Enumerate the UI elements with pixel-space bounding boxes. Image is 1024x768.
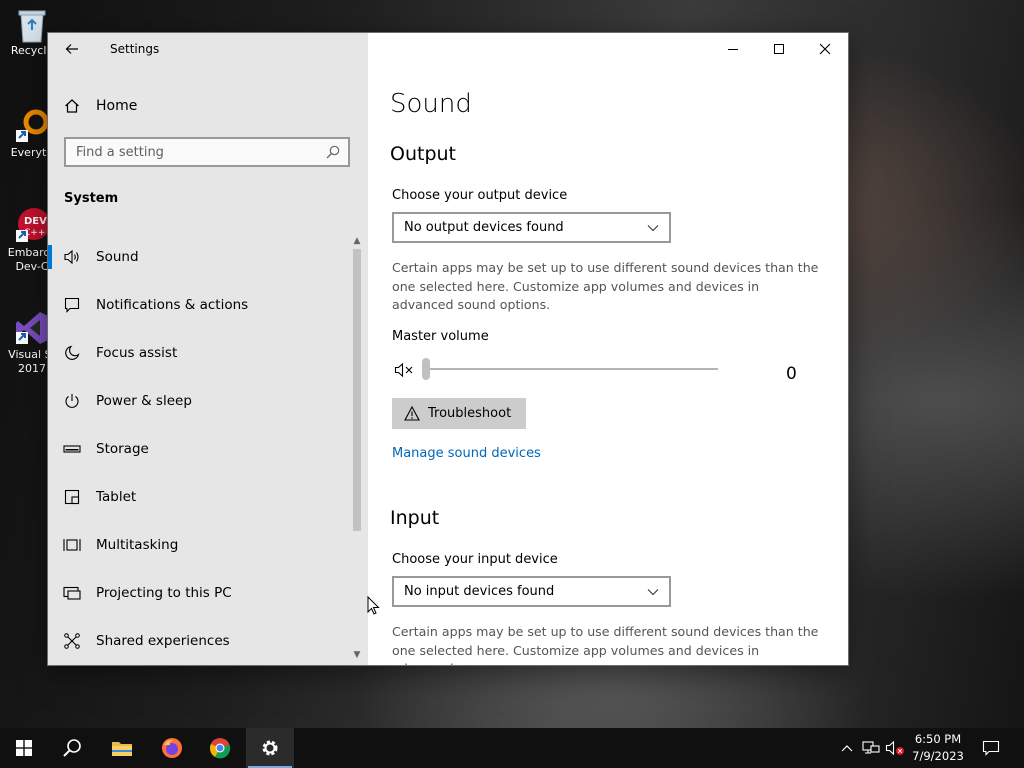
shared-icon: [48, 633, 96, 649]
sidebar-item-sound[interactable]: Sound: [48, 233, 354, 281]
recycle-bin-icon: [14, 6, 50, 43]
folder-icon: [112, 742, 132, 756]
devcpp-icon: DEV C++: [14, 208, 50, 244]
clock-date: 7/9/2023: [912, 749, 964, 763]
moon-icon: [48, 345, 96, 361]
sidebar-item-label: Tablet: [96, 489, 137, 505]
search-icon: [63, 739, 81, 757]
svg-text:DEV: DEV: [24, 216, 47, 227]
start-button[interactable]: [0, 728, 48, 768]
sidebar-item-label: Projecting to this PC: [96, 585, 232, 601]
sidebar-item-label: Focus assist: [96, 345, 178, 361]
sidebar-item-power-sleep[interactable]: Power & sleep: [48, 377, 354, 425]
back-button[interactable]: [58, 39, 86, 59]
settings-sidebar: Home System Sound Notifications & action…: [48, 33, 368, 665]
home-icon: [48, 98, 96, 114]
chrome-button[interactable]: [196, 728, 244, 768]
windows-logo-icon: [16, 740, 32, 756]
sidebar-item-tablet[interactable]: Tablet: [48, 473, 354, 521]
sidebar-item-projecting[interactable]: Projecting to this PC: [48, 569, 354, 617]
input-device-dropdown[interactable]: No input devices found: [392, 576, 671, 607]
input-heading: Input: [390, 507, 440, 529]
sidebar-item-label: Storage: [96, 441, 149, 457]
sidebar-item-label: Sound: [96, 249, 139, 265]
output-heading: Output: [390, 143, 456, 165]
scroll-thumb[interactable]: [353, 249, 361, 531]
volume-slider-thumb[interactable]: [422, 358, 430, 380]
sidebar-item-label: Multitasking: [96, 537, 179, 553]
output-device-label: Choose your output device: [392, 188, 568, 203]
network-icon: [862, 741, 880, 754]
chrome-icon: [210, 738, 231, 759]
volume-slider-track[interactable]: [422, 368, 718, 370]
warning-icon: [404, 406, 420, 421]
search-box[interactable]: [64, 137, 350, 167]
settings-taskbar-button[interactable]: [246, 728, 294, 768]
page-title: Sound: [390, 89, 472, 119]
taskbar-clock[interactable]: 6:50 PM 7/9/2023: [906, 731, 970, 765]
sidebar-section-title: System: [64, 191, 119, 206]
speaker-muted-icon: [885, 740, 904, 756]
sidebar-item-label: Shared experiences: [96, 633, 230, 649]
notification-icon: [48, 297, 96, 313]
firefox-icon: [162, 738, 182, 758]
search-input[interactable]: [76, 145, 316, 160]
speaker-icon: [48, 249, 96, 265]
sidebar-item-multitasking[interactable]: Multitasking: [48, 521, 354, 569]
multitasking-icon: [48, 537, 96, 553]
mouse-cursor: [367, 595, 381, 620]
sidebar-item-label: Power & sleep: [96, 393, 192, 409]
firefox-button[interactable]: [148, 728, 196, 768]
sidebar-item-focus-assist[interactable]: Focus assist: [48, 329, 354, 377]
chevron-down-icon: [647, 224, 659, 232]
manage-sound-devices-link[interactable]: Manage sound devices: [392, 446, 541, 461]
gear-icon: [262, 740, 278, 756]
storage-icon: [48, 444, 96, 454]
sidebar-item-storage[interactable]: Storage: [48, 425, 354, 473]
troubleshoot-label: Troubleshoot: [428, 406, 512, 421]
scroll-down-arrow[interactable]: ▼: [350, 649, 364, 661]
search-icon[interactable]: [326, 145, 340, 163]
sidebar-nav: Sound Notifications & actions Focus assi…: [48, 233, 354, 665]
settings-window: Home System Sound Notifications & action…: [48, 33, 848, 665]
chevron-up-icon: [841, 745, 853, 752]
taskbar: 6:50 PM 7/9/2023: [0, 728, 1024, 768]
power-icon: [48, 393, 96, 409]
network-tray-button[interactable]: [860, 738, 882, 758]
projecting-icon: [48, 586, 96, 600]
input-device-value: No input devices found: [404, 584, 555, 599]
sidebar-scrollbar[interactable]: ▲ ▼: [350, 235, 364, 665]
action-center-button[interactable]: [980, 738, 1002, 758]
visual-studio-icon: [14, 310, 50, 346]
output-description: Certain apps may be set up to use differ…: [392, 260, 819, 312]
output-device-value: No output devices found: [404, 220, 564, 235]
input-device-label: Choose your input device: [392, 552, 558, 567]
master-volume-row: 0: [392, 357, 812, 384]
tablet-icon: [48, 489, 96, 505]
sidebar-item-shared-experiences[interactable]: Shared experiences: [48, 617, 354, 665]
speaker-muted-icon[interactable]: [394, 362, 416, 382]
volume-value: 0: [786, 364, 797, 384]
everything-icon: [14, 108, 50, 144]
back-arrow-icon: [65, 44, 78, 54]
show-hidden-icons-button[interactable]: [836, 738, 858, 758]
notification-icon: [982, 740, 1000, 756]
master-volume-label: Master volume: [392, 329, 489, 344]
sidebar-item-notifications[interactable]: Notifications & actions: [48, 281, 354, 329]
input-description: Certain apps may be set up to use differ…: [392, 624, 819, 665]
clock-time: 6:50 PM: [914, 732, 962, 746]
window-title: Settings: [110, 42, 160, 56]
taskbar-search-button[interactable]: [48, 728, 96, 768]
file-explorer-button[interactable]: [98, 728, 146, 768]
sidebar-home-label: Home: [96, 98, 138, 114]
troubleshoot-button[interactable]: Troubleshoot: [392, 398, 526, 429]
sound-settings-content: Sound Output Choose your output device N…: [390, 33, 830, 665]
sidebar-home[interactable]: Home: [48, 91, 368, 121]
chevron-down-icon: [647, 588, 659, 596]
scroll-up-arrow[interactable]: ▲: [350, 235, 364, 247]
volume-tray-button[interactable]: [884, 738, 906, 758]
output-device-dropdown[interactable]: No output devices found: [392, 212, 671, 243]
sidebar-item-label: Notifications & actions: [96, 297, 249, 313]
